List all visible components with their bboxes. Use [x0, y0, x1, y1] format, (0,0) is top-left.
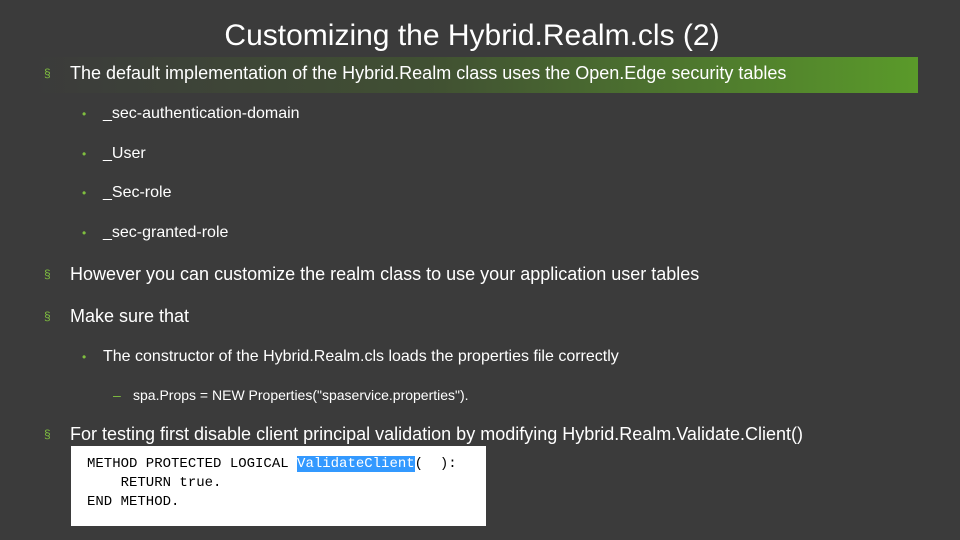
sub-bullet-marker: •	[82, 350, 87, 364]
code-line-method: METHOD PROTECTED LOGICAL ValidateClient(…	[87, 455, 486, 474]
bullet-default-implementation: The default implementation of the Hybrid…	[70, 63, 787, 83]
slide-title: Customizing the Hybrid.Realm.cls (2)	[224, 19, 720, 52]
bullet-marker: §	[44, 267, 51, 281]
code-keyword-text: METHOD PROTECTED LOGICAL	[87, 456, 298, 472]
sub-bullet-user: _User	[103, 145, 146, 162]
bullet-marker: §	[44, 309, 51, 323]
code-highlighted-method-name: ValidateClient	[297, 456, 415, 472]
bullet-testing: For testing first disable client princip…	[70, 424, 803, 444]
sub-sub-bullet-spa-props: spa.Props = NEW Properties("spaservice.p…	[133, 387, 469, 403]
bullet-marker: §	[44, 427, 51, 441]
code-signature-text: ( ):	[414, 456, 457, 472]
sub-bullet-marker: •	[82, 186, 87, 200]
bullet-make-sure: Make sure that	[70, 306, 190, 326]
sub-bullet-marker: •	[82, 107, 87, 121]
sub-bullet-auth-domain: _sec-authentication-domain	[103, 105, 300, 122]
code-snippet: METHOD PROTECTED LOGICAL ValidateClient(…	[71, 446, 486, 526]
sub-bullet-constructor: The constructor of the Hybrid.Realm.cls …	[103, 348, 619, 365]
bullet-marker: §	[44, 66, 51, 80]
sub-bullet-marker: •	[82, 147, 87, 161]
sub-bullet-sec-role: _Sec-role	[103, 184, 172, 201]
bullet-customize-realm: However you can customize the realm clas…	[70, 264, 700, 284]
code-line-return: RETURN true.	[87, 475, 222, 491]
sub-bullet-marker: •	[82, 226, 87, 240]
sub-bullet-granted-role: _sec-granted-role	[103, 224, 229, 241]
sub-sub-bullet-marker: –	[113, 387, 121, 403]
code-line-end: END METHOD.	[87, 494, 180, 510]
